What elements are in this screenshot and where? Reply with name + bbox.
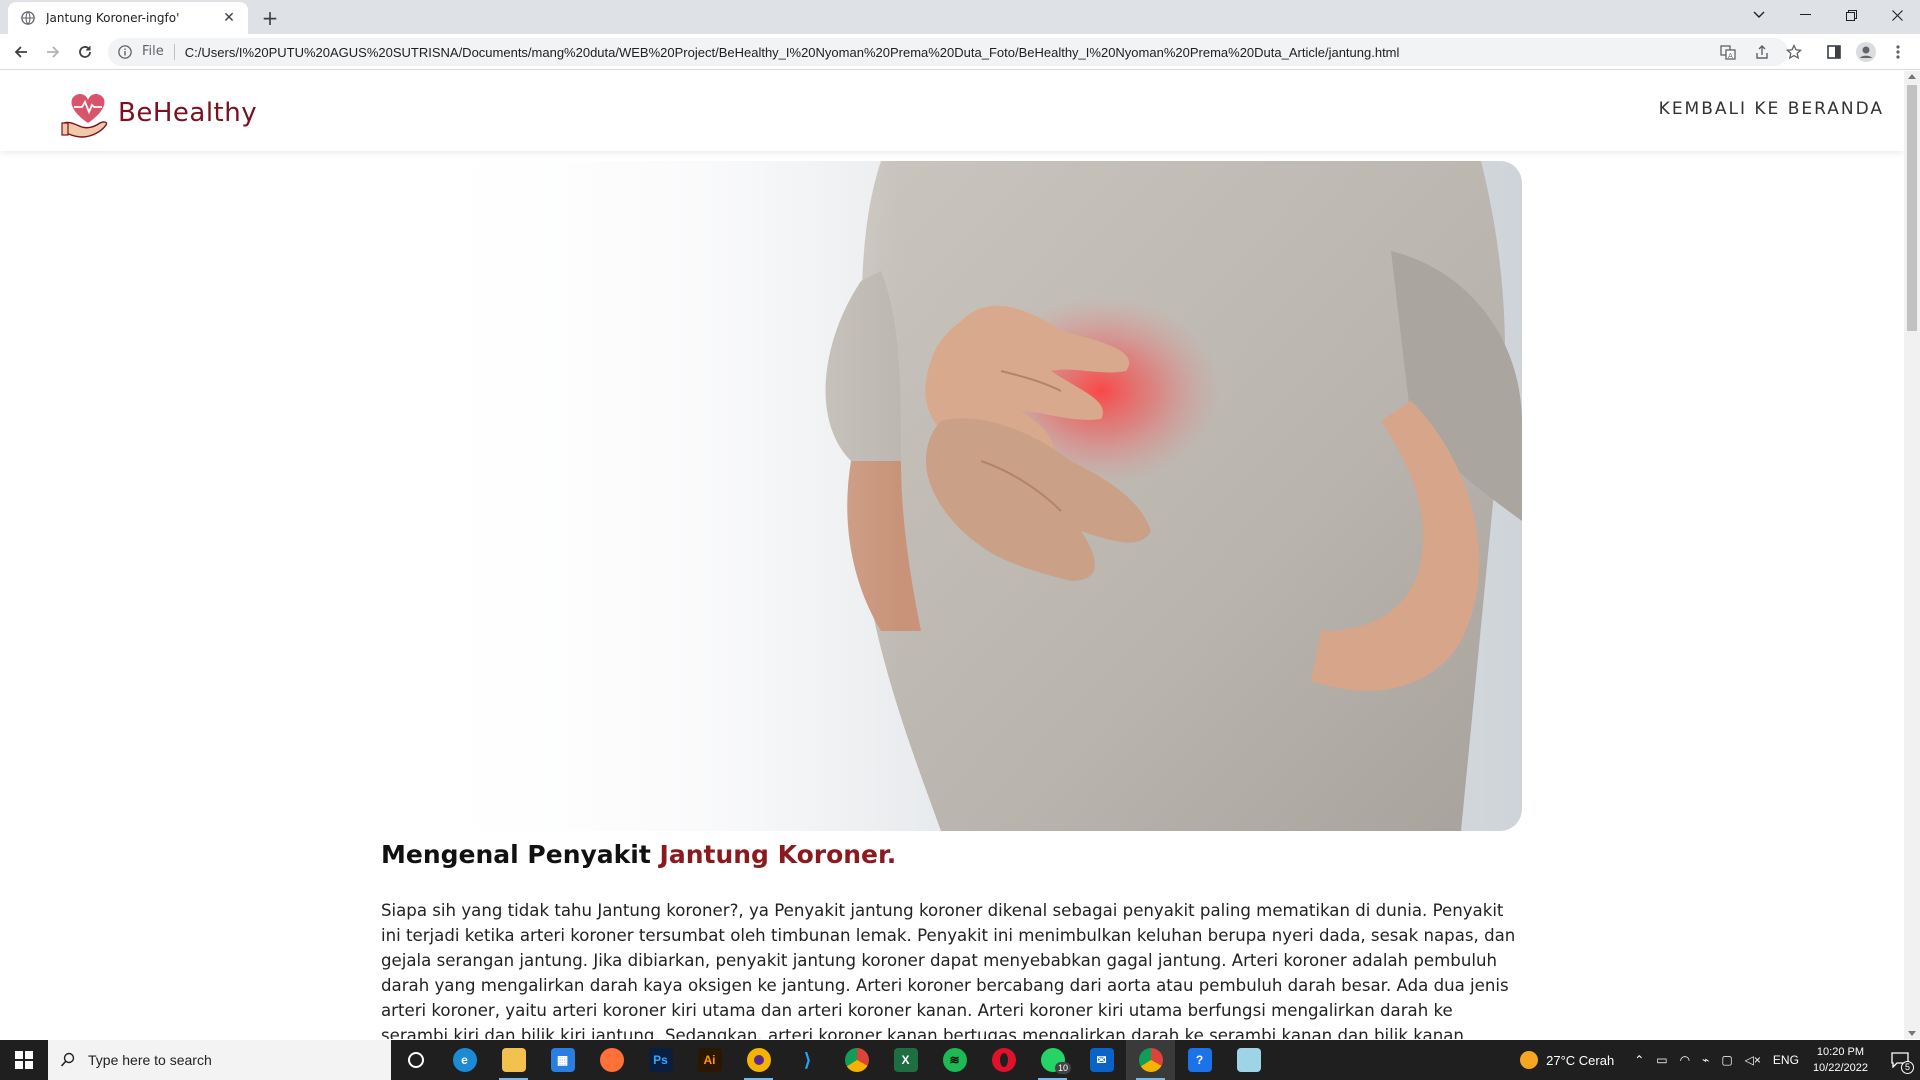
notifications-button[interactable]: 5: [1880, 1040, 1920, 1080]
close-tab-icon[interactable]: ✕: [220, 9, 238, 27]
chrome-icon: [844, 1048, 869, 1072]
browser-tab[interactable]: Jantung Koroner-ingfo' ✕: [8, 2, 248, 34]
app-circle-icon: [746, 1048, 771, 1072]
system-tray: 27°C Cerah ⌃ ▭ ◠ ⌁ ▢ ◁× ENG 10:20 PM 10/…: [1520, 1040, 1920, 1080]
taskbar-help[interactable]: ?: [1175, 1040, 1224, 1080]
weather-text: 27°C Cerah: [1546, 1052, 1615, 1068]
power-icon[interactable]: ⌁: [1702, 1053, 1709, 1067]
search-placeholder: Type here to search: [88, 1052, 212, 1068]
article-title-prefix: Mengenal Penyakit: [381, 840, 651, 869]
taskbar-notepad[interactable]: [1224, 1040, 1273, 1080]
hero-image: [381, 161, 1522, 831]
search-icon: [60, 1052, 75, 1067]
cortana-circle-icon: [407, 1052, 424, 1068]
display-icon[interactable]: ▢: [1721, 1053, 1732, 1067]
article-title: Mengenal Penyakit Jantung Koroner.: [381, 840, 896, 869]
weather-moon-icon: [1520, 1051, 1539, 1069]
chest-pain-illustration: [381, 161, 1522, 831]
folder-icon: [501, 1048, 526, 1072]
taskbar-vscode[interactable]: ⟩: [783, 1040, 832, 1080]
taskbar-edge[interactable]: e: [440, 1040, 489, 1080]
taskbar-app-purple[interactable]: [734, 1040, 783, 1080]
help-icon: ?: [1187, 1048, 1212, 1072]
weather-widget[interactable]: 27°C Cerah: [1520, 1051, 1614, 1069]
chrome-icon: [1138, 1048, 1163, 1072]
volume-icon[interactable]: ◁×: [1745, 1053, 1761, 1067]
notification-count: 5: [1900, 1061, 1914, 1074]
taskbar-store[interactable]: ▦: [538, 1040, 587, 1080]
address-bar[interactable]: File C:/Users/I%20PUTU%20AGUS%20SUTRISNA…: [108, 38, 1788, 66]
tab-search-icon[interactable]: [1736, 0, 1782, 30]
firefox-icon: [599, 1048, 624, 1072]
share-icon[interactable]: [1752, 42, 1772, 62]
translate-icon[interactable]: A: [1718, 42, 1738, 62]
heart-hand-logo-icon: [61, 93, 108, 138]
opera-icon: [991, 1048, 1016, 1072]
url-text[interactable]: C:/Users/I%20PUTU%20AGUS%20SUTRISNA/Docu…: [185, 45, 1400, 60]
back-to-home-link[interactable]: KEMBALI KE BERANDA: [1659, 99, 1884, 119]
article-body: Siapa sih yang tidak tahu Jantung korone…: [381, 901, 1516, 1039]
taskbar-file-explorer[interactable]: [489, 1040, 538, 1080]
taskbar-photoshop[interactable]: Ps: [636, 1040, 685, 1080]
mail-icon: ✉: [1089, 1048, 1114, 1072]
notepad-icon: [1236, 1048, 1261, 1072]
taskbar-chrome-2[interactable]: [1126, 1040, 1175, 1080]
edge-icon: e: [452, 1048, 477, 1072]
article-title-accent: Jantung Koroner.: [659, 840, 897, 869]
forward-button[interactable]: [41, 40, 65, 64]
reload-button[interactable]: [73, 40, 97, 64]
taskbar-chrome-1[interactable]: [832, 1040, 881, 1080]
chevron-up-icon[interactable]: ⌃: [1634, 1053, 1644, 1067]
vscode-icon: ⟩: [795, 1048, 820, 1072]
svg-text:A: A: [1728, 52, 1733, 60]
side-panel-icon[interactable]: [1824, 42, 1844, 62]
new-tab-button[interactable]: +: [258, 6, 282, 30]
taskbar-whatsapp[interactable]: 10: [1028, 1040, 1077, 1080]
menu-kebab-icon[interactable]: [1888, 42, 1908, 62]
tab-strip: Jantung Koroner-ingfo' ✕ +: [0, 0, 1920, 34]
site-logo[interactable]: BeHealthy: [60, 85, 260, 141]
whatsapp-badge: 10: [1054, 1062, 1071, 1074]
profile-avatar-icon[interactable]: [1856, 42, 1876, 62]
clock[interactable]: 10:20 PM 10/22/2022: [1813, 1044, 1868, 1076]
close-window-button[interactable]: [1874, 0, 1920, 30]
wifi-icon[interactable]: ◠: [1680, 1053, 1690, 1067]
minimize-button[interactable]: [1782, 0, 1828, 30]
excel-icon: X: [893, 1048, 918, 1072]
tab-title: Jantung Koroner-ingfo': [46, 11, 180, 25]
browser-toolbar: File C:/Users/I%20PUTU%20AGUS%20SUTRISNA…: [0, 34, 1920, 70]
clock-time: 10:20 PM: [1816, 1046, 1865, 1058]
scrollbar-thumb[interactable]: [1907, 85, 1917, 331]
photoshop-icon: Ps: [648, 1048, 673, 1072]
url-scheme: File: [142, 44, 175, 60]
illustrator-icon: Ai: [697, 1048, 722, 1072]
site-header: BeHealthy KEMBALI KE BERANDA: [0, 71, 1904, 151]
windows-taskbar: Type here to search e ▦ Ps Ai ⟩ X ≋ 10 ✉…: [0, 1040, 1920, 1080]
back-button[interactable]: [9, 40, 33, 64]
scroll-down-arrow-icon[interactable]: [1908, 1031, 1916, 1036]
globe-icon: [20, 10, 36, 26]
taskbar-search-box[interactable]: Type here to search: [48, 1040, 391, 1080]
brand-name: BeHealthy: [118, 98, 258, 128]
page-scrollbar[interactable]: [1904, 71, 1920, 1039]
spotify-icon: ≋: [942, 1048, 967, 1072]
taskbar-illustrator[interactable]: Ai: [685, 1040, 734, 1080]
restore-button[interactable]: [1828, 0, 1874, 30]
windows-logo-icon: [15, 1051, 33, 1069]
page-viewport: BeHealthy KEMBALI KE BERANDA Mengenal Pe…: [0, 71, 1904, 1039]
cortana-button[interactable]: [391, 1040, 440, 1080]
store-icon: ▦: [550, 1048, 575, 1072]
clock-date: 10/22/2022: [1812, 1062, 1868, 1074]
taskbar-firefox[interactable]: [587, 1040, 636, 1080]
taskbar-spotify[interactable]: ≋: [930, 1040, 979, 1080]
taskbar-mail[interactable]: ✉: [1077, 1040, 1126, 1080]
taskbar-opera[interactable]: [979, 1040, 1028, 1080]
language-indicator[interactable]: ENG: [1773, 1053, 1799, 1067]
battery-icon[interactable]: ▭: [1656, 1053, 1667, 1067]
start-button[interactable]: [0, 1040, 48, 1080]
taskbar-excel[interactable]: X: [881, 1040, 930, 1080]
bookmark-star-icon[interactable]: [1784, 42, 1804, 62]
info-icon[interactable]: [118, 44, 134, 60]
scroll-up-arrow-icon[interactable]: [1908, 74, 1916, 79]
